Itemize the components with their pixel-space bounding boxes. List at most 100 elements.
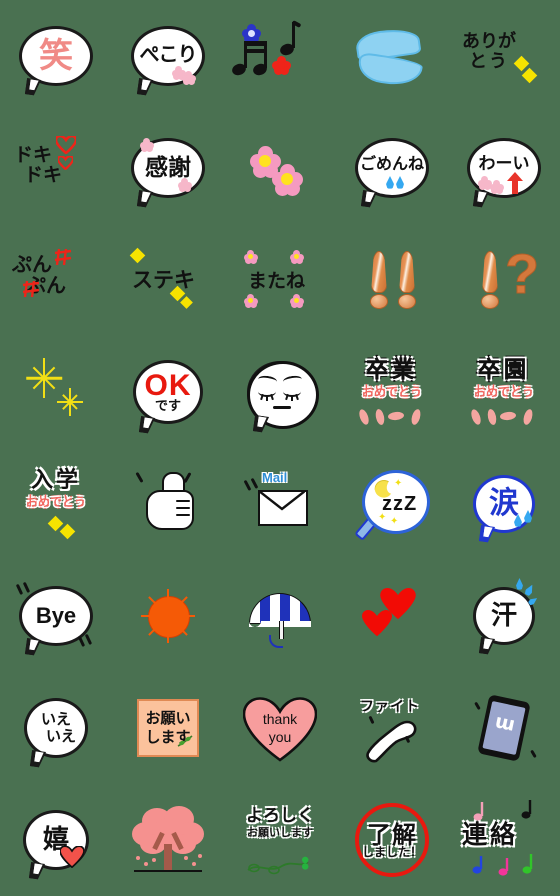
motion-line-icon [77,635,85,648]
emoji-cell-warai[interactable]: 笑 [0,0,112,112]
emoji-cell-fight[interactable]: ファイト [336,672,448,784]
emoji-cell-kansha[interactable]: 感謝 [112,112,224,224]
emoji-cell-onegaishimasu[interactable]: お願い します [112,672,224,784]
music-note-icon [470,856,484,881]
emoji-label: いえ いえ [40,709,76,745]
arrow-up-icon [506,172,524,199]
heart-icon [54,134,78,155]
speech-bubble: Bye [19,586,93,646]
emoji-cell-dokidoki[interactable]: ドキ ドキ [0,112,112,224]
flower-icon [490,180,504,194]
wings-icon [344,8,440,104]
flower-icon [182,71,196,85]
emoji-cell-namida[interactable]: 涙 [448,448,560,560]
emoji-cell-waai[interactable]: わーい [448,112,560,224]
emoji-label: よろしく お願いします [246,806,314,839]
sparkle-icon [521,67,538,84]
emoji-cell-matane[interactable]: またね [224,224,336,336]
emoji-cell-ase[interactable]: 汗 [448,560,560,672]
sun-icon [120,568,216,664]
emoji-cell-thumbs-up[interactable] [112,448,224,560]
emoji-cell-double-exclaim[interactable] [336,224,448,336]
sprig-icon [176,734,194,753]
flower-icon [140,138,154,152]
emoji-cell-gomenne[interactable]: ごめんね [336,112,448,224]
emoji-cell-pink-flowers[interactable] [224,112,336,224]
emoji-label: ぺこり [139,42,198,66]
heart-icon: thank you [243,695,317,762]
emoji-cell-sleeping[interactable]: zzZ ✦ ✦ ✦ [336,448,448,560]
emoji-cell-hearts[interactable] [336,560,448,672]
emoji-cell-exclaim-question[interactable]: ? [448,224,560,336]
emoji-label: ステキ [132,268,195,292]
emoji-cell-phone[interactable]: ɯ [448,672,560,784]
emoji-cell-bye[interactable]: Bye [0,560,112,672]
emoji-cell-sparkle[interactable] [0,336,112,448]
sparkle-icon: ✦ [378,512,387,523]
emoji-label: 連絡 [462,820,519,849]
emoji-label: 涙 [489,486,519,521]
envelope-icon [258,490,308,526]
emoji-cell-ryokai[interactable]: 了解 しました！ [336,784,448,896]
emoji-cell-umbrella[interactable] [224,560,336,672]
emoji-label: 笑 [39,36,73,76]
stamp-line-1: 了解 [367,820,417,849]
emoji-label: ファイト [360,699,420,715]
note-card: お願い します [137,699,199,757]
motion-line-icon [22,581,30,594]
emoji-cell-punpun[interactable]: ぷん ぷん [0,224,112,336]
sparkle-icon [8,344,104,440]
flower-icon [290,250,304,264]
music-note-icon [520,854,534,881]
hearts-icon [344,568,440,664]
flower-icon [290,294,304,308]
emoji-cell-arigatou[interactable]: ありが とう [448,0,560,112]
emoji-cell-ok-desu[interactable]: OK です [112,336,224,448]
music-note-icon [496,858,510,883]
emoji-cell-cherry-tree[interactable] [112,784,224,896]
desu-label: です [154,399,181,414]
interrobang-icon: ? [456,232,552,328]
flower-icon [244,250,258,264]
anger-mark-icon [22,280,40,303]
emoji-cell-nyugaku[interactable]: 入学 おめでとう [0,448,112,560]
emoji-label: わーい [478,153,530,174]
emoji-cell-sotsugyou[interactable]: 卒業 おめでとう [336,336,448,448]
music-note-icon [472,802,484,827]
emoji-cell-thank-you[interactable]: thank you [224,672,336,784]
emoji-cell-renraku[interactable]: 連絡 [448,784,560,896]
emoji-cell-music-notes[interactable] [224,0,336,112]
anger-mark-icon [54,248,72,271]
emoji-label: ごめんね [359,154,424,173]
emoji-cell-suteki[interactable]: ステキ [112,224,224,336]
emoji-cell-ureshii[interactable]: 嬉 [0,784,112,896]
emoji-cell-pekori[interactable]: ぺこり [112,0,224,112]
music-note-icon [230,8,328,104]
sparkle-icon: ✦ [390,516,399,527]
emoji-cell-sun[interactable] [112,560,224,672]
sparkle-icon: ✦ [394,478,403,489]
speech-bubble: 笑 [19,26,93,86]
card-line-1: お願い [145,709,191,728]
sparkle-icon [180,296,193,309]
exclamation-icon [344,232,440,328]
emoji-cell-mail[interactable]: Mail [224,448,336,560]
cherry-blossom-tree-icon [120,792,216,888]
emoji-cell-ieie[interactable]: いえ いえ [0,672,112,784]
emoji-label: 卒園 おめでとう [473,358,534,399]
motion-line-icon [530,749,537,759]
emoji-label: zzZ [382,493,418,515]
petals-icon [358,408,426,431]
petals-icon [470,408,538,431]
emoji-cell-sotsuen[interactable]: 卒園 おめでとう [448,336,560,448]
motion-line-icon [15,583,23,596]
motion-line-icon [474,701,481,711]
smartphone-icon: ɯ [477,694,531,762]
emoji-cell-blue-wings[interactable] [336,0,448,112]
motion-line-icon [243,480,251,491]
thumbs-up-icon [120,456,216,552]
emoji-cell-sad-face[interactable] [224,336,336,448]
speech-bubble: ごめんね [355,138,429,198]
emoji-cell-yoroshiku[interactable]: よろしく お願いします [224,784,336,896]
ok-label: OK [144,369,192,402]
